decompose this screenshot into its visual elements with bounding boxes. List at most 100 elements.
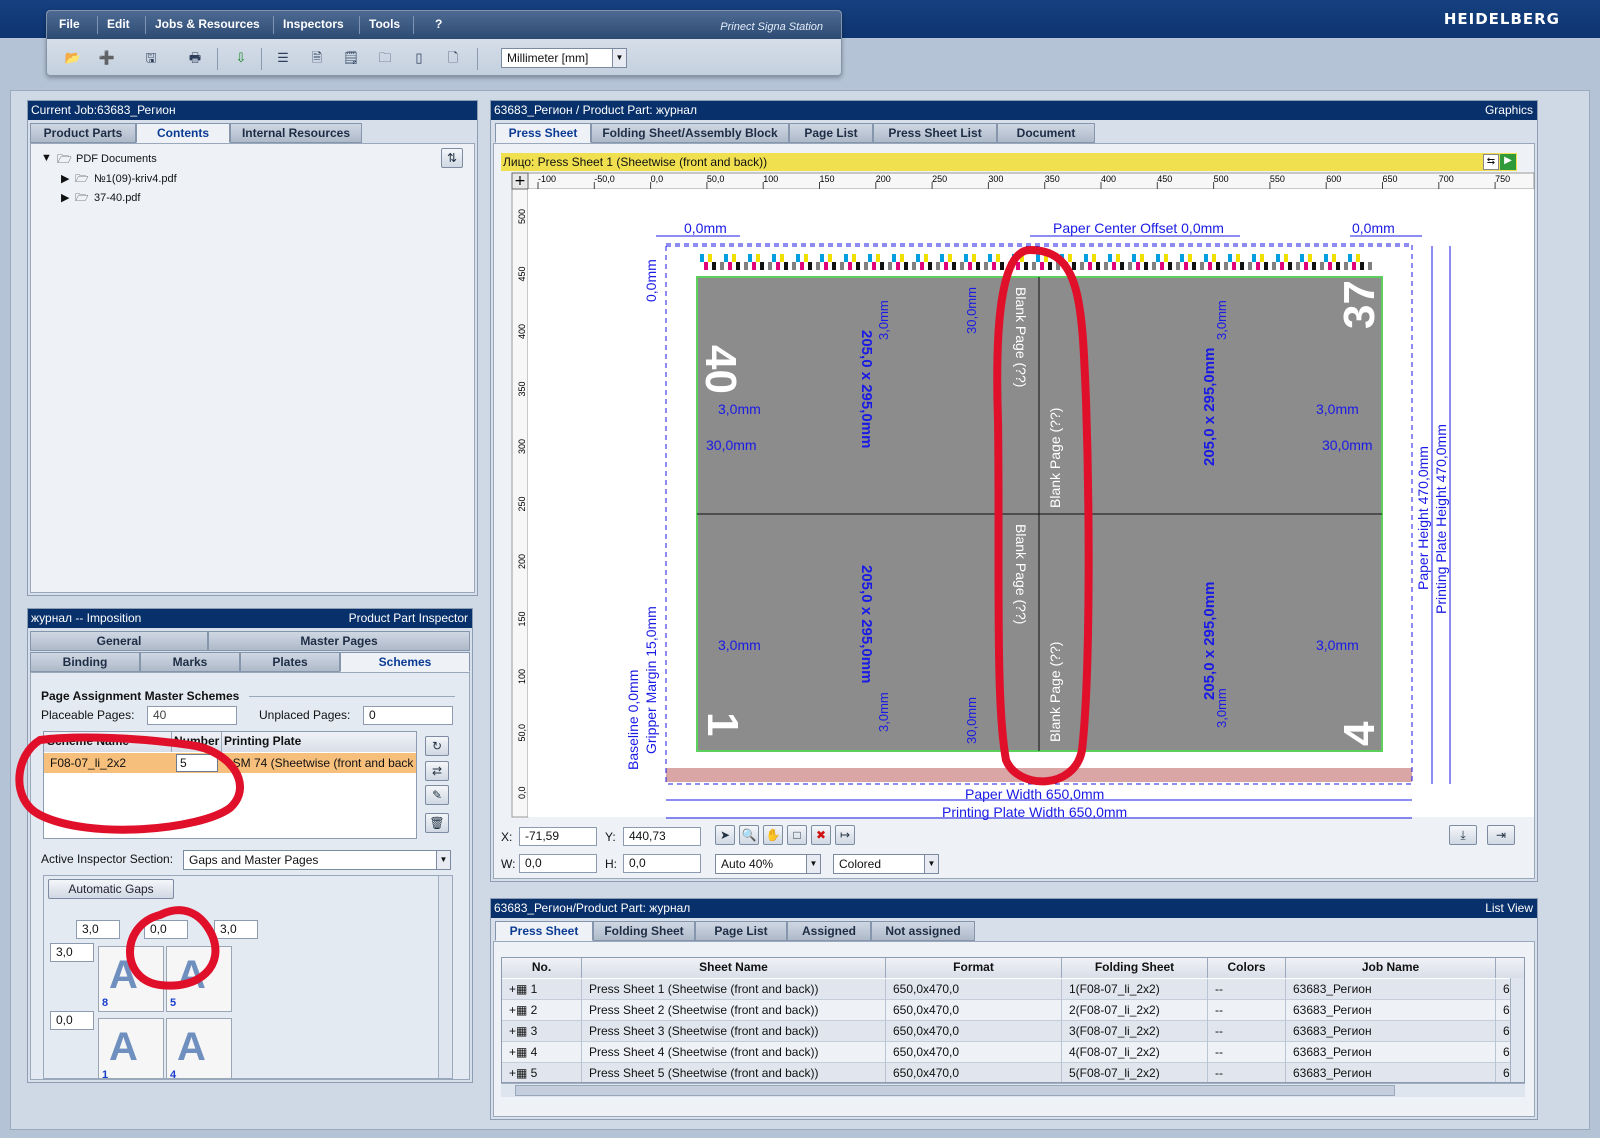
color-patch bbox=[1028, 254, 1032, 262]
color-patch bbox=[1356, 254, 1360, 262]
color-patch bbox=[844, 254, 848, 262]
color-patch bbox=[1256, 262, 1260, 270]
color-patch bbox=[888, 262, 892, 270]
color-patch bbox=[1324, 254, 1328, 262]
horizontal-ruler bbox=[511, 172, 1535, 190]
color-patch bbox=[1136, 262, 1140, 270]
color-patch bbox=[852, 254, 856, 262]
color-patch bbox=[1364, 254, 1368, 262]
vertical-gap-label: 30,0mm bbox=[964, 697, 979, 744]
color-patch bbox=[736, 262, 740, 270]
color-patch bbox=[832, 262, 836, 270]
color-patch bbox=[1252, 254, 1256, 262]
color-patch bbox=[1072, 262, 1076, 270]
table-row[interactable]: +▦ 3 Press Sheet 3 (Sheetwise (front and … bbox=[502, 1021, 1510, 1042]
gap-label: 3,0mm bbox=[718, 401, 761, 417]
tab-page-list-view[interactable]: Page List bbox=[695, 921, 787, 941]
color-patch bbox=[1296, 262, 1300, 270]
tab-press-sheet-list[interactable]: Press Sheet bbox=[495, 921, 593, 941]
color-patch bbox=[940, 254, 944, 262]
ruler-tick-label: 0,0 bbox=[651, 174, 664, 184]
ruler-tick-label: 200 bbox=[517, 554, 527, 569]
color-patch bbox=[1320, 262, 1324, 270]
crosshair-icon: + bbox=[514, 173, 526, 189]
color-patch bbox=[724, 254, 728, 262]
color-patch bbox=[1228, 254, 1232, 262]
table-row[interactable]: +▦ 5 Press Sheet 5 (Sheetwise (front and … bbox=[502, 1063, 1510, 1082]
color-patch bbox=[1184, 262, 1188, 270]
color-patch bbox=[1144, 262, 1148, 270]
page-size-label: 205,0 x 295,0mm bbox=[858, 330, 875, 448]
paper-height-label: Paper Height 470,0mm bbox=[1415, 446, 1431, 590]
page-number: 1 bbox=[698, 712, 747, 736]
color-patch bbox=[1220, 254, 1224, 262]
cell-name: Press Sheet 3 (Sheetwise (front and back… bbox=[582, 1021, 886, 1042]
table-hscroll[interactable] bbox=[501, 1083, 1525, 1097]
ruler-tick-label: 200 bbox=[876, 174, 891, 184]
vertical-gap-label: 3,0mm bbox=[876, 692, 891, 732]
ruler-tick-label: 500 bbox=[517, 209, 527, 224]
blank-page-label: Blank Page (??) bbox=[1047, 642, 1063, 742]
ruler-tick-label: 50,0 bbox=[707, 174, 725, 184]
color-patch bbox=[816, 262, 820, 270]
color-patch bbox=[728, 262, 732, 270]
cell-format: 650,0x470,0 bbox=[886, 979, 1062, 1000]
col-job-name[interactable]: Job Name bbox=[1286, 958, 1496, 978]
color-patch bbox=[1096, 262, 1100, 270]
color-patch bbox=[740, 254, 744, 262]
cell-colors: -- bbox=[1208, 1021, 1286, 1042]
color-patch bbox=[1352, 262, 1356, 270]
color-patch bbox=[860, 254, 864, 262]
cell-colors: -- bbox=[1208, 1000, 1286, 1021]
color-patch bbox=[896, 262, 900, 270]
color-patch bbox=[1336, 262, 1340, 270]
color-patch bbox=[752, 262, 756, 270]
color-patch bbox=[944, 262, 948, 270]
col-colors[interactable]: Colors bbox=[1208, 958, 1286, 978]
color-patch bbox=[880, 262, 884, 270]
tab-assigned[interactable]: Assigned bbox=[787, 921, 871, 941]
offset-vertical-label: 0,0mm bbox=[643, 259, 659, 302]
color-patch bbox=[820, 254, 824, 262]
list-view-panel: 63683_Регион/Product Part: журнал List Vi… bbox=[490, 898, 1538, 1120]
cell-job: 63683_Регион bbox=[1286, 1042, 1496, 1063]
color-patch bbox=[1292, 254, 1296, 262]
color-patch bbox=[748, 254, 752, 262]
gap-label: 3,0mm bbox=[718, 637, 761, 653]
color-patch bbox=[972, 254, 976, 262]
ruler-tick-label: -100 bbox=[538, 174, 556, 184]
col-folding-sheet[interactable]: Folding Sheet bbox=[1062, 958, 1208, 978]
color-patch bbox=[1272, 262, 1276, 270]
table-vscroll[interactable] bbox=[1510, 978, 1524, 1082]
color-patch bbox=[1236, 254, 1240, 262]
cell-job: 63683_Регион bbox=[1286, 1000, 1496, 1021]
color-patch bbox=[1100, 254, 1104, 262]
color-patch bbox=[716, 254, 720, 262]
page-number: 4 bbox=[1335, 721, 1384, 746]
press-sheet-table: No. Sheet Name Format Folding Sheet Colo… bbox=[501, 957, 1525, 1083]
col-sheet-name[interactable]: Sheet Name bbox=[582, 958, 886, 978]
color-patch bbox=[968, 262, 972, 270]
table-row[interactable]: +▦ 4 Press Sheet 4 (Sheetwise (front and … bbox=[502, 1042, 1510, 1063]
col-no[interactable]: No. bbox=[502, 958, 582, 978]
cell-fold: 1(F08-07_li_2x2) bbox=[1062, 979, 1208, 1000]
tab-not-assigned[interactable]: Not assigned bbox=[871, 921, 975, 941]
hscroll-thumb[interactable] bbox=[515, 1085, 1395, 1096]
color-patch bbox=[980, 254, 984, 262]
color-patch bbox=[1036, 254, 1040, 262]
color-patch bbox=[796, 254, 800, 262]
tab-folding-sheet[interactable]: Folding Sheet bbox=[593, 921, 695, 941]
color-patch bbox=[904, 262, 908, 270]
ruler-tick-label: 50,0 bbox=[517, 724, 527, 742]
col-format[interactable]: Format bbox=[886, 958, 1062, 978]
table-row[interactable]: +▦ 2 Press Sheet 2 (Sheetwise (front and … bbox=[502, 1000, 1510, 1021]
color-patch bbox=[732, 254, 736, 262]
color-patch bbox=[1000, 262, 1004, 270]
color-patch bbox=[1032, 262, 1036, 270]
color-patch bbox=[712, 262, 716, 270]
paper-center-offset-label: Paper Center Offset 0,0mm bbox=[1053, 220, 1224, 236]
color-patch bbox=[1164, 254, 1168, 262]
color-patch bbox=[1176, 262, 1180, 270]
table-row[interactable]: +▦ 1 Press Sheet 1 (Sheetwise (front and … bbox=[502, 979, 1510, 1000]
ruler-tick-label: 150 bbox=[820, 174, 835, 184]
